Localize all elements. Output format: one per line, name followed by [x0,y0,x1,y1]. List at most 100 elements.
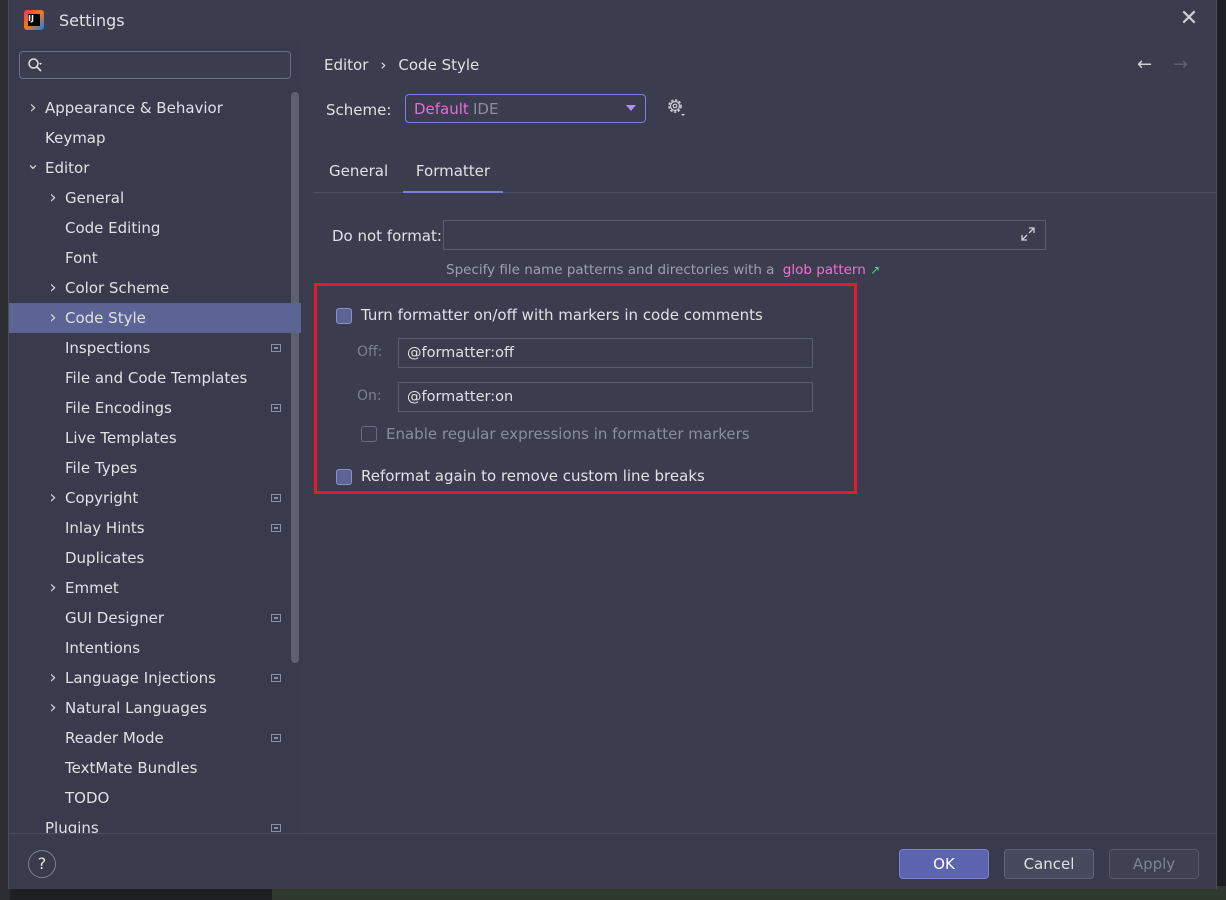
sidebar-item-textmate-bundles[interactable]: TextMate Bundles [9,753,301,783]
chevron-right-icon[interactable]: › [46,303,60,333]
markers-checkbox-label[interactable]: Turn formatter on/off with markers in co… [361,306,763,324]
sidebar-item-natural-languages[interactable]: › Natural Languages [9,693,301,723]
sidebar-item-label: Editor [45,159,90,177]
gear-icon[interactable] [666,97,686,117]
chevron-right-icon[interactable]: › [46,273,60,303]
sidebar-item-gui-designer[interactable]: GUI Designer [9,603,301,633]
sidebar-item-label: Natural Languages [65,699,207,717]
scheme-label: Scheme: [326,101,392,119]
sidebar-item-label: TextMate Bundles [65,759,198,777]
sidebar-item-label: Inspections [65,339,151,357]
sidebar-item-inspections[interactable]: Inspections [9,333,301,363]
do-not-format-field[interactable] [443,220,1046,250]
project-settings-icon [271,344,281,352]
glob-pattern-link[interactable]: glob pattern [783,262,866,278]
chevron-right-icon[interactable]: › [46,483,60,513]
project-settings-icon [271,494,281,502]
expand-icon[interactable] [1020,226,1036,242]
sidebar-item-label: Language Injections [65,669,216,687]
reformat-checkbox-label[interactable]: Reformat again to remove custom line bre… [361,467,705,485]
sidebar-item-label: General [65,189,125,207]
project-settings-icon [271,404,281,412]
forward-arrow-icon[interactable]: → [1173,54,1188,75]
breadcrumb-editor[interactable]: Editor [324,56,368,74]
settings-content: Editor › Code Style ← → Scheme: Default ID… [303,40,1216,833]
sidebar-item-copyright[interactable]: › Copyright [9,483,301,513]
off-label: Off: [357,344,383,360]
tab-general[interactable]: General [329,152,388,191]
sidebar-item-label: File Encodings [65,399,172,417]
tab-formatter[interactable]: Formatter [403,152,503,193]
sidebar-item-label: Keymap [45,129,106,147]
sidebar-item-label: GUI Designer [65,609,164,627]
glob-hint-text: Specify file name patterns and directori… [446,262,775,278]
on-label: On: [357,388,382,404]
chevron-right-icon[interactable]: › [46,573,60,603]
chevron-right-icon[interactable]: › [46,693,60,723]
sidebar-item-label: Appearance & Behavior [45,99,223,117]
sidebar-item-label: Copyright [65,489,139,507]
help-button[interactable]: ? [28,850,56,878]
sidebar-item-font[interactable]: Font [9,243,301,273]
sidebar-item-code-style[interactable]: › Code Style [9,303,301,333]
scheme-dropdown[interactable]: Default IDE [405,94,646,123]
settings-sidebar: › Appearance & Behavior Keymap ⌄ Editor › Gene… [9,40,303,837]
sidebar-item-file-and-code-templates[interactable]: File and Code Templates [9,363,301,393]
close-icon[interactable]: ✕ [1178,8,1200,30]
sidebar-item-emmet[interactable]: › Emmet [9,573,301,603]
external-link-icon: ↗ [870,263,881,277]
regex-checkbox-label[interactable]: Enable regular expressions in formatter … [386,425,750,443]
dialog-title: Settings [59,11,125,30]
formatter-off-field[interactable]: @formatter:off [398,338,813,368]
tab-bar: General Formatter [313,152,1216,193]
sidebar-item-label: Live Templates [65,429,177,447]
sidebar-item-live-templates[interactable]: Live Templates [9,423,301,453]
cancel-button[interactable]: Cancel [1004,849,1094,879]
project-settings-icon [271,614,281,622]
sidebar-item-color-scheme[interactable]: › Color Scheme [9,273,301,303]
sidebar-item-file-encodings[interactable]: File Encodings [9,393,301,423]
sidebar-item-general[interactable]: › General [9,183,301,213]
sidebar-item-language-injections[interactable]: › Language Injections [9,663,301,693]
sidebar-item-label: Emmet [65,579,119,597]
project-settings-icon [271,674,281,682]
project-settings-icon [271,524,281,532]
sidebar-item-intentions[interactable]: Intentions [9,633,301,663]
sidebar-item-label: Code Style [65,309,146,327]
sidebar-item-label: Color Scheme [65,279,170,297]
formatter-on-field[interactable]: @formatter:on [398,382,813,412]
settings-dialog: IJ Settings ✕ › Appearance & Behavior Keym… [9,0,1216,889]
chevron-right-icon[interactable]: › [26,93,40,123]
reformat-checkbox[interactable] [336,469,352,485]
sidebar-item-label: File and Code Templates [65,369,248,387]
do-not-format-label: Do not format: [332,227,442,245]
intellij-logo-icon: IJ [24,10,44,30]
dialog-footer: ? OK Cancel Apply [9,833,1216,889]
sidebar-item-inlay-hints[interactable]: Inlay Hints [9,513,301,543]
chevron-right-icon[interactable]: › [46,183,60,213]
sidebar-item-todo[interactable]: TODO [9,783,301,813]
sidebar-item-code-editing[interactable]: Code Editing [9,213,301,243]
sidebar-item-label: Code Editing [65,219,161,237]
title-bar: IJ Settings ✕ [9,0,1216,40]
sidebar-item-file-types[interactable]: File Types [9,453,301,483]
back-arrow-icon[interactable]: ← [1137,54,1152,75]
project-settings-icon [271,734,281,742]
search-input[interactable] [19,51,291,79]
sidebar-item-editor[interactable]: ⌄ Editor [9,153,301,183]
sidebar-item-label: Intentions [65,639,141,657]
search-icon [28,58,42,72]
sidebar-item-keymap[interactable]: Keymap [9,123,301,153]
sidebar-item-duplicates[interactable]: Duplicates [9,543,301,573]
breadcrumb-separator: › [380,56,387,74]
apply-button[interactable]: Apply [1109,849,1199,879]
chevron-right-icon[interactable]: › [46,663,60,693]
regex-checkbox[interactable] [361,426,377,442]
markers-checkbox[interactable] [336,308,352,324]
sidebar-item-appearance-behavior[interactable]: › Appearance & Behavior [9,93,301,123]
sidebar-item-label: Inlay Hints [65,519,145,537]
chevron-down-icon [626,105,636,111]
sidebar-item-reader-mode[interactable]: Reader Mode [9,723,301,753]
chevron-down-icon[interactable]: ⌄ [26,149,40,179]
ok-button[interactable]: OK [899,849,989,879]
